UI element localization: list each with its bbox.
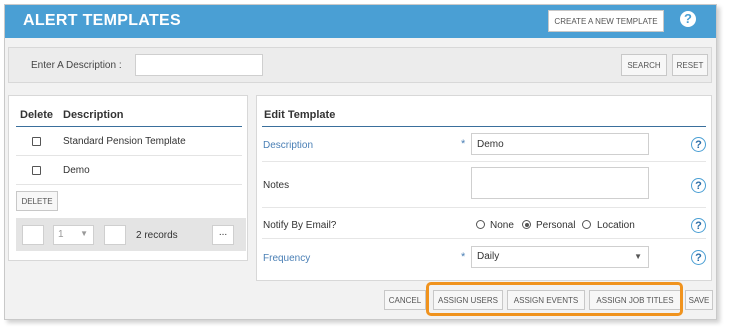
column-header-description: Description [63, 109, 124, 121]
field-divider [262, 161, 706, 162]
search-label: Enter A Description : [31, 60, 122, 71]
row-divider [16, 184, 242, 185]
row-checkbox[interactable] [32, 166, 41, 175]
next-page-button[interactable] [104, 225, 126, 245]
cancel-button[interactable]: CANCEL [384, 290, 426, 310]
search-bar: Enter A Description : SEARCH RESET [8, 47, 712, 83]
help-icon[interactable]: ? [691, 178, 706, 193]
delete-button[interactable]: DELETE [16, 191, 58, 211]
row-checkbox[interactable] [32, 137, 41, 146]
help-icon[interactable]: ? [691, 250, 706, 265]
help-icon[interactable]: ? [691, 137, 706, 152]
alert-templates-window: ALERT TEMPLATES CREATE A NEW TEMPLATE ? … [4, 4, 717, 320]
save-button[interactable]: SAVE [685, 290, 713, 310]
notify-none-label: None [490, 220, 514, 231]
description-field[interactable] [471, 133, 649, 155]
frequency-select[interactable]: Daily ▼ [471, 246, 649, 268]
first-page-button[interactable] [22, 225, 44, 245]
header-divider [16, 126, 242, 127]
notify-location-radio[interactable] [582, 220, 591, 229]
required-marker: * [461, 251, 466, 263]
field-divider [262, 207, 706, 208]
required-marker: * [461, 138, 466, 150]
page-number: 1 [58, 229, 64, 240]
search-button[interactable]: SEARCH [621, 54, 667, 76]
chevron-down-icon: ▼ [634, 252, 642, 261]
edit-template-title: Edit Template [264, 109, 336, 121]
record-count: 2 records [136, 230, 178, 241]
title-bar: ALERT TEMPLATES CREATE A NEW TEMPLATE ? [5, 5, 716, 38]
notes-label: Notes [263, 180, 290, 191]
frequency-value: Daily [477, 251, 500, 262]
page-title: ALERT TEMPLATES [23, 12, 181, 29]
field-divider [262, 238, 706, 239]
reset-button[interactable]: RESET [672, 54, 708, 76]
help-icon[interactable]: ? [691, 218, 706, 233]
page-select[interactable]: 1 ▼ [53, 225, 94, 245]
description-search-input[interactable] [135, 54, 263, 76]
highlight-box [426, 282, 683, 316]
notify-personal-radio[interactable] [522, 220, 531, 229]
list-item[interactable]: Standard Pension Template [63, 136, 186, 147]
description-label: Description [263, 140, 314, 151]
question-icon[interactable]: ? [680, 11, 696, 27]
column-header-delete: Delete [20, 109, 54, 121]
list-item[interactable]: Demo [63, 165, 90, 176]
chevron-down-icon: ▼ [80, 229, 88, 238]
create-template-button[interactable]: CREATE A NEW TEMPLATE [548, 10, 664, 32]
row-divider [16, 155, 242, 156]
notify-location-label: Location [597, 220, 635, 231]
more-button[interactable]: ... [212, 225, 234, 245]
notify-label: Notify By Email? [263, 220, 337, 231]
pagination-bar: 1 ▼ 2 records ... [16, 218, 246, 251]
notes-field[interactable] [471, 167, 649, 199]
frequency-label: Frequency [263, 253, 311, 264]
notify-personal-label: Personal [536, 220, 576, 231]
edit-header-divider [262, 126, 706, 127]
notify-none-radio[interactable] [476, 220, 485, 229]
